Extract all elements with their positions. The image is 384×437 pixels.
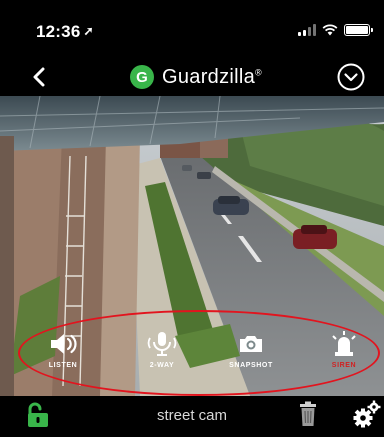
nav-bar: G Guardzilla®: [0, 58, 384, 96]
listen-label: LISTEN: [48, 362, 78, 369]
siren-button[interactable]: SIREN: [304, 330, 384, 369]
back-button[interactable]: [24, 62, 54, 92]
clock-text: 12:36: [36, 22, 81, 41]
brand-name-text: Guardzilla: [162, 65, 256, 88]
registered-mark: ®: [255, 66, 262, 77]
status-time: 12:36 ➚: [36, 22, 94, 42]
guardzilla-logo-icon: G: [130, 65, 154, 89]
gear-icon: [353, 400, 381, 428]
signal-icon: [298, 23, 316, 36]
siren-icon: [332, 331, 356, 356]
status-indicators: [298, 23, 373, 36]
settings-button[interactable]: [352, 399, 382, 429]
brand-name: Guardzilla®: [162, 66, 262, 89]
brand-logo: G Guardzilla®: [130, 62, 262, 92]
brand-initial: G: [136, 68, 148, 86]
location-arrow-icon: ➚: [83, 24, 94, 38]
siren-label: SIREN: [331, 362, 357, 369]
status-bar: 12:36 ➚: [0, 0, 384, 58]
trash-icon: [300, 401, 316, 426]
camera-controls: LISTEN 2-WAY SNAPSHOT SIREN: [0, 330, 384, 374]
dropdown-menu-button[interactable]: [336, 62, 366, 92]
snapshot-label: SNAPSHOT: [229, 362, 273, 369]
wifi-icon: [322, 23, 338, 35]
delete-button[interactable]: [297, 401, 319, 427]
speaker-icon: [51, 334, 77, 354]
camera-icon: [240, 336, 262, 352]
dropdown-circle-icon: [337, 63, 365, 91]
two-way-label: 2-WAY: [149, 362, 175, 369]
camera-name: street cam: [156, 407, 228, 424]
listen-button[interactable]: LISTEN: [23, 330, 103, 369]
bottom-bar: street cam: [0, 396, 384, 437]
battery-icon: [344, 23, 373, 36]
snapshot-button[interactable]: SNAPSHOT: [211, 330, 291, 369]
two-way-talk-button[interactable]: 2-WAY: [122, 330, 202, 369]
microphone-icon: [147, 332, 177, 356]
back-chevron-icon: [33, 67, 45, 87]
